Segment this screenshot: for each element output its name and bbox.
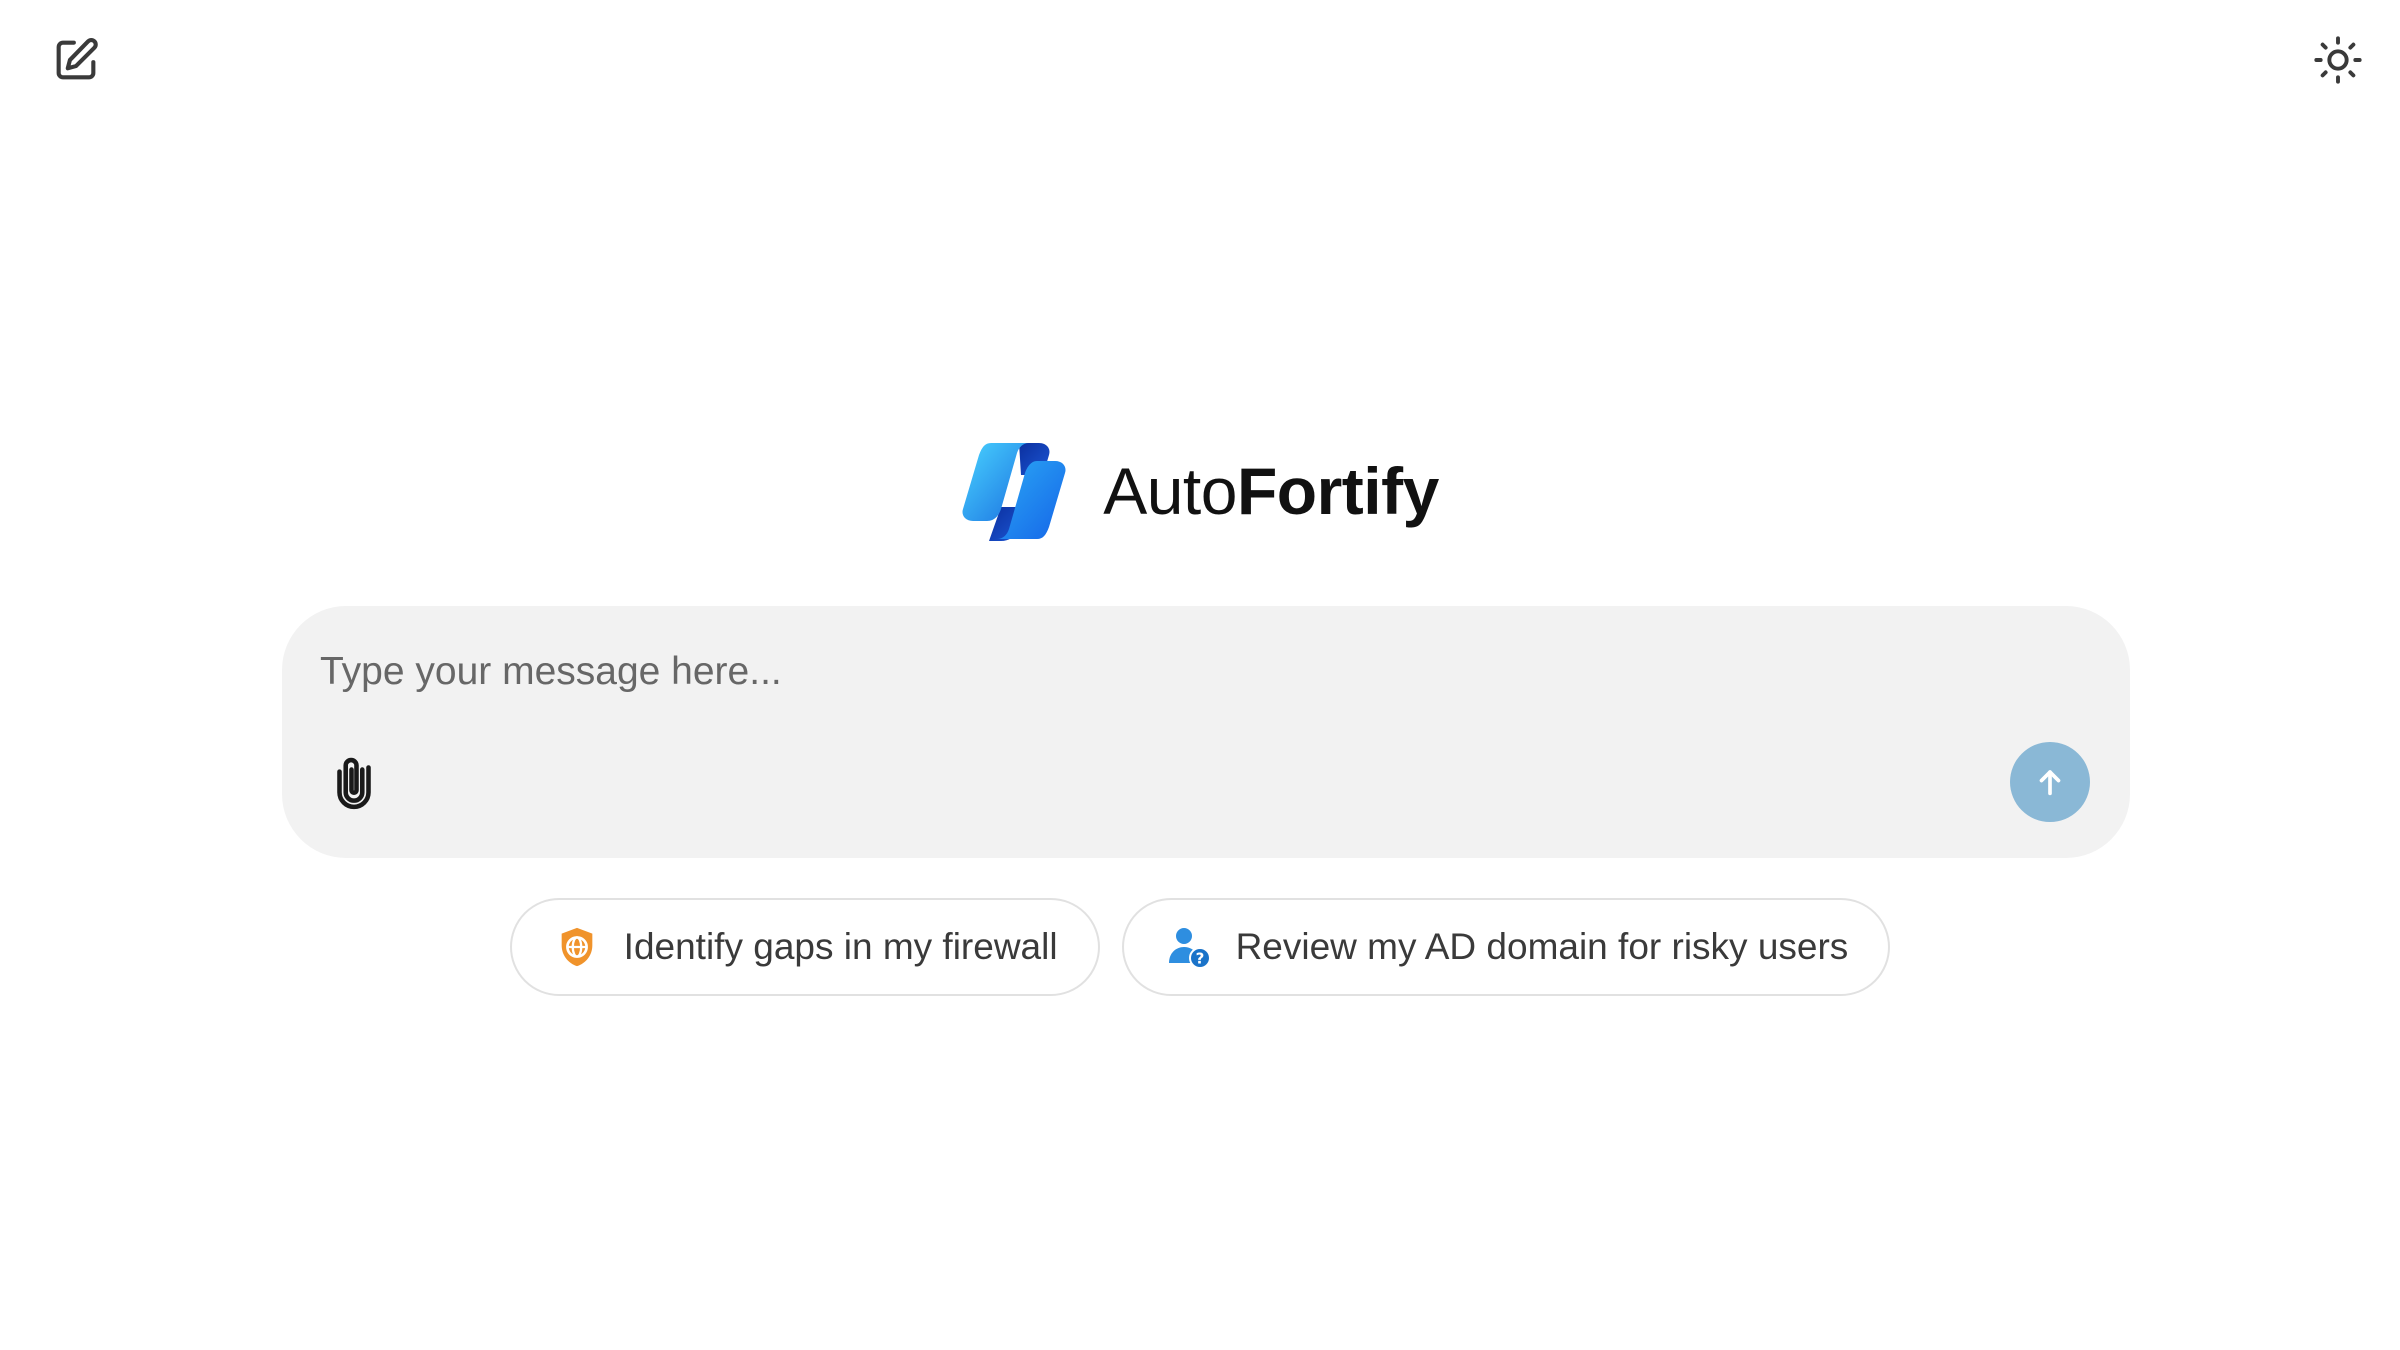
sun-icon [2314, 36, 2362, 84]
suggestion-chips: Identify gaps in my firewall ? Review my… [0, 898, 2400, 998]
page: AutoFortify Type your message here... Id… [0, 0, 2400, 1350]
brand-name: AutoFortify [1103, 458, 1439, 524]
suggestion-chip-ad-domain[interactable]: ? Review my AD domain for risky users [1121, 898, 1891, 996]
brand-name-regular: Auto [1103, 454, 1237, 528]
send-button[interactable] [2010, 742, 2090, 822]
attach-button[interactable] [322, 750, 386, 814]
arrow-up-icon [2039, 770, 2061, 796]
brand-name-bold: Fortify [1236, 454, 1439, 528]
edit-square-icon [56, 38, 98, 80]
user-question-icon: ? [1164, 922, 1214, 972]
svg-text:?: ? [1195, 950, 1204, 968]
suggestion-chip-label: Review my AD domain for risky users [1235, 926, 1849, 967]
theme-toggle-button[interactable] [2308, 30, 2368, 90]
new-chat-button[interactable] [46, 30, 106, 90]
brand-logo-icon [962, 443, 1066, 541]
shield-globe-icon [552, 922, 602, 972]
message-composer [282, 606, 2130, 858]
message-input[interactable] [320, 640, 2080, 704]
suggestion-chip-label: Identify gaps in my firewall [623, 926, 1058, 967]
paperclip-icon [337, 757, 371, 810]
suggestion-chip-firewall[interactable]: Identify gaps in my firewall [509, 898, 1100, 996]
brand-header: AutoFortify [0, 436, 2400, 546]
